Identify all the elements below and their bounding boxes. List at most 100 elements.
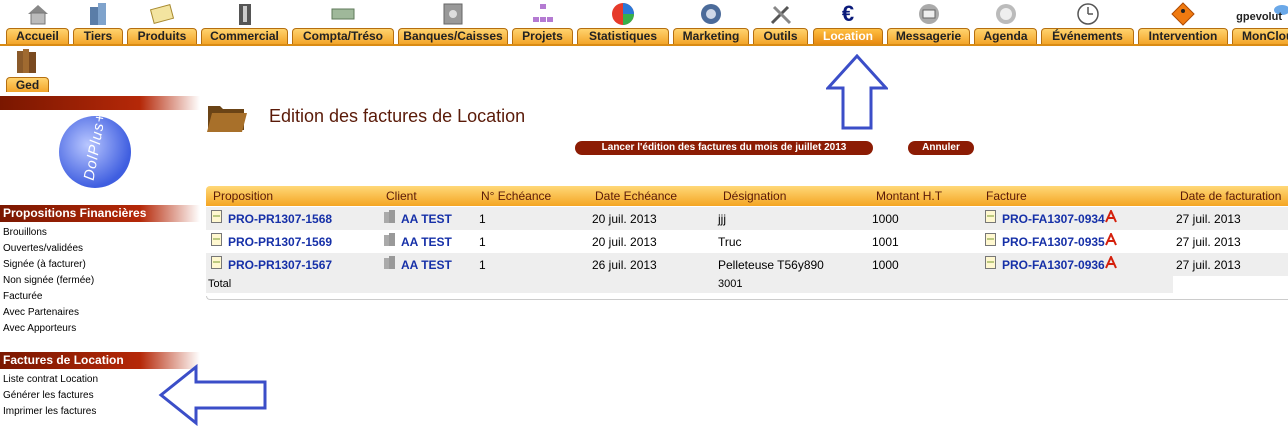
date-echeance: 26 juil. 2013	[592, 258, 657, 272]
date-facturation: 27 juil. 2013	[1176, 212, 1241, 226]
pdf-icon[interactable]	[1104, 233, 1118, 246]
col-header-designation[interactable]: Désignation	[723, 189, 786, 203]
company-icon	[384, 210, 395, 223]
col-header-client[interactable]: Client	[386, 189, 417, 203]
sidebar-item-brouillons[interactable]: Brouillons	[3, 227, 47, 238]
tab-marketing[interactable]: Marketing	[673, 0, 749, 46]
tab-monclou[interactable]: MonClou	[1232, 0, 1288, 46]
tab-tiers[interactable]: Tiers	[73, 0, 123, 46]
cancel-button[interactable]: Annuler	[908, 141, 974, 155]
pdf-icon[interactable]	[1104, 210, 1118, 223]
clock-icon	[995, 4, 1016, 24]
proposal-doc-icon	[211, 233, 222, 246]
table-row: PRO-PR1307-1567 AA TEST 1 26 juil. 2013 …	[206, 253, 1288, 276]
sidebar-item-partenaires[interactable]: Avec Partenaires	[3, 307, 79, 318]
tab-label: Outils	[753, 28, 808, 44]
proposition-link[interactable]: PRO-PR1307-1568	[228, 212, 332, 226]
col-header-facture[interactable]: Facture	[986, 189, 1027, 203]
date-echeance: 20 juil. 2013	[592, 235, 657, 249]
echeance-number: 1	[479, 258, 486, 272]
montant-ht: 1001	[872, 235, 899, 249]
designation: jjj	[718, 212, 726, 226]
date-facturation: 27 juil. 2013	[1176, 258, 1241, 272]
proposition-link[interactable]: PRO-PR1307-1569	[228, 235, 332, 249]
tab-label: Événements	[1041, 28, 1134, 44]
sidebar-section-propositions[interactable]: Propositions Financières	[0, 205, 200, 222]
sidebar-item-liste-contrat[interactable]: Liste contrat Location	[3, 374, 98, 385]
tab-label: Messagerie	[887, 28, 970, 44]
tab-messagerie[interactable]: Messagerie	[887, 0, 970, 46]
tab-label: Intervention	[1138, 28, 1228, 44]
facture-link[interactable]: PRO-FA1307-0934	[1002, 212, 1105, 226]
col-header-montant[interactable]: Montant H.T	[876, 189, 942, 203]
tab-evenements[interactable]: Événements	[1041, 0, 1134, 46]
tab-label: MonClou	[1232, 28, 1288, 44]
pie-chart-icon	[612, 3, 634, 25]
table-row: PRO-PR1307-1569 AA TEST 1 20 juil. 2013 …	[206, 230, 1288, 253]
total-label: Total	[208, 278, 232, 290]
col-header-date-facturation[interactable]: Date de facturation	[1180, 189, 1281, 203]
up-arrow-annotation	[826, 54, 888, 130]
col-header-num-echeance[interactable]: N° Echéance	[481, 189, 551, 203]
montant-ht: 1000	[872, 258, 899, 272]
tab-intervention[interactable]: Intervention	[1138, 0, 1228, 46]
top-navigation: Accueil Tiers Produits Commercial Compta…	[0, 0, 1288, 46]
sidebar-logo-header	[0, 96, 200, 110]
proposal-doc-icon	[211, 210, 222, 223]
tab-label: Projets	[512, 28, 573, 44]
tab-label: Statistiques	[577, 28, 669, 44]
user-name[interactable]: gpevolut	[1236, 11, 1282, 23]
col-header-proposition[interactable]: Proposition	[213, 189, 273, 203]
launch-invoice-edition-button[interactable]: Lancer l'édition des factures du mois de…	[575, 141, 873, 155]
tab-location[interactable]: € Location	[813, 0, 883, 46]
sidebar-item-generer-factures[interactable]: Générer les factures	[3, 390, 94, 401]
invoice-doc-icon	[985, 210, 996, 223]
tab-agenda[interactable]: Agenda	[974, 0, 1037, 46]
table-header: Proposition Client N° Echéance Date Eché…	[206, 186, 1288, 206]
product-icon	[149, 4, 175, 24]
tab-produits[interactable]: Produits	[127, 0, 197, 46]
tab-accueil[interactable]: Accueil	[6, 0, 69, 46]
tab-projets[interactable]: Projets	[512, 0, 573, 46]
tab-label: Produits	[127, 28, 197, 44]
tab-statistiques[interactable]: Statistiques	[577, 0, 669, 46]
tab-ged[interactable]: Ged	[6, 48, 49, 92]
client-link[interactable]: AA TEST	[401, 235, 452, 249]
money-icon	[331, 8, 355, 20]
sidebar-item-facturee[interactable]: Facturée	[3, 291, 42, 302]
designation: Truc	[718, 235, 742, 249]
total-row: Total 3001	[206, 275, 1173, 293]
echeance-number: 1	[479, 212, 486, 226]
designation: Pelleteuse T56y890	[718, 258, 824, 272]
table-row: PRO-PR1307-1568 AA TEST 1 20 juil. 2013 …	[206, 207, 1288, 230]
sidebar-item-apporteurs[interactable]: Avec Apporteurs	[3, 323, 76, 334]
proposition-link[interactable]: PRO-PR1307-1567	[228, 258, 332, 272]
books-icon	[17, 49, 36, 73]
col-header-date-echeance[interactable]: Date Echéance	[595, 189, 677, 203]
sidebar-item-ouvertes[interactable]: Ouvertes/validées	[3, 243, 83, 254]
safe-icon	[443, 3, 463, 25]
pdf-icon[interactable]	[1104, 256, 1118, 269]
sidebar-item-signee[interactable]: Signée (à facturer)	[3, 259, 86, 270]
left-arrow-annotation	[158, 364, 267, 426]
sidebar-item-non-signee[interactable]: Non signée (fermée)	[3, 275, 94, 286]
globe-icon	[701, 4, 721, 24]
date-facturation: 27 juil. 2013	[1176, 235, 1241, 249]
euro-icon: €	[841, 1, 855, 26]
sidebar-item-imprimer-factures[interactable]: Imprimer les factures	[3, 406, 96, 417]
mail-icon	[918, 4, 939, 24]
client-link[interactable]: AA TEST	[401, 258, 452, 272]
org-chart-icon	[532, 4, 553, 22]
calendar-icon	[1076, 3, 1099, 25]
tab-label: Commercial	[201, 28, 288, 44]
tab-compta-treso[interactable]: Compta/Tréso	[292, 0, 394, 46]
tab-label: Location	[813, 28, 883, 44]
client-link[interactable]: AA TEST	[401, 212, 452, 226]
tab-outils[interactable]: Outils	[753, 0, 808, 46]
facture-link[interactable]: PRO-FA1307-0935	[1002, 235, 1105, 249]
tab-banques-caisses[interactable]: Banques/Caisses	[398, 0, 508, 46]
tab-label: Ged	[6, 77, 49, 92]
tab-commercial[interactable]: Commercial	[201, 0, 288, 46]
folder-icon	[207, 106, 247, 132]
facture-link[interactable]: PRO-FA1307-0936	[1002, 258, 1105, 272]
